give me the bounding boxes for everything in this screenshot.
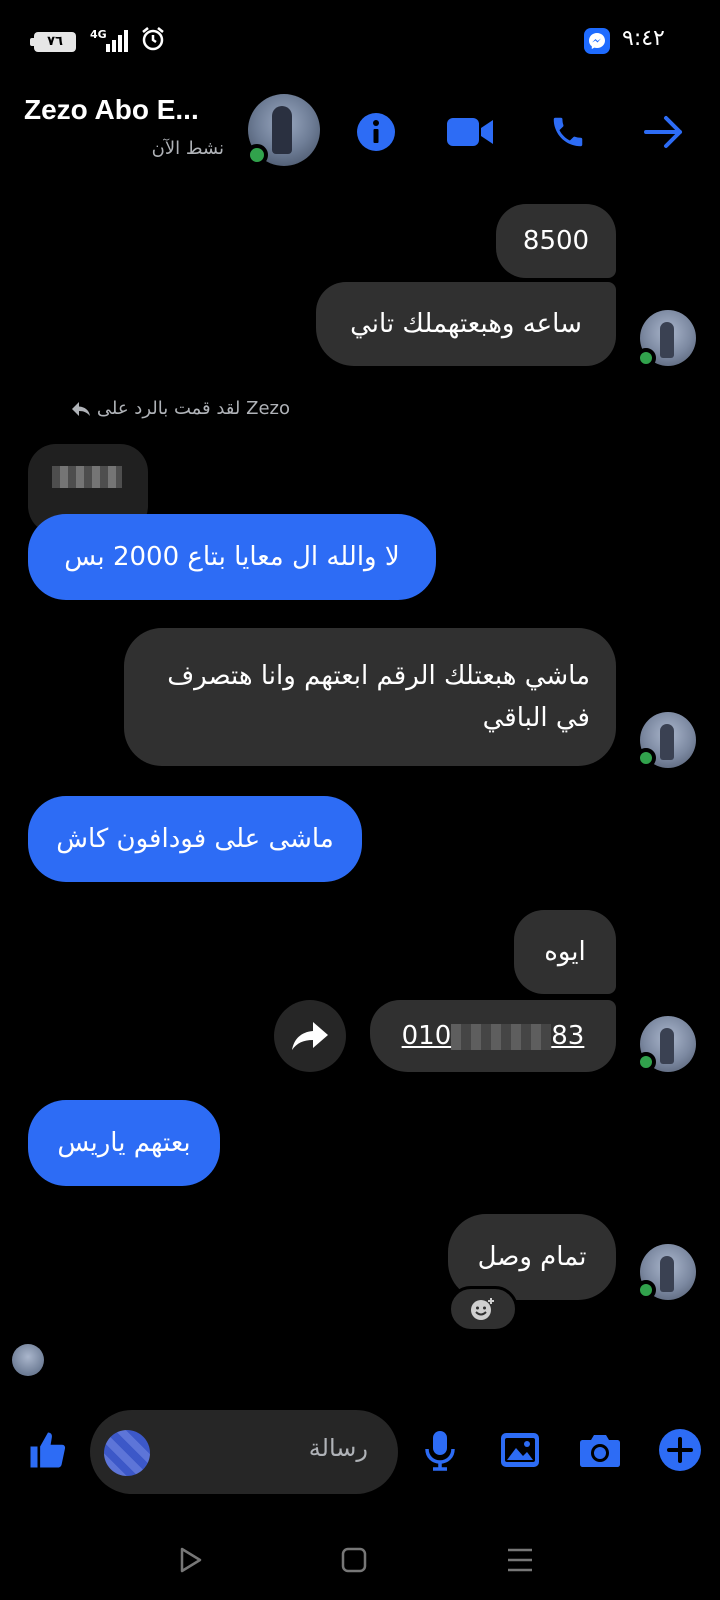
plus-icon[interactable] — [654, 1424, 706, 1476]
recents-nav-icon[interactable] — [500, 1540, 540, 1580]
online-indicator — [636, 1280, 656, 1300]
phone-prefix: 010 — [401, 1021, 452, 1051]
message-incoming[interactable]: ايوه — [514, 910, 616, 994]
phone-suffix: 83 — [551, 1021, 585, 1051]
message-input[interactable]: رسالة — [90, 1410, 398, 1494]
share-icon — [292, 1022, 328, 1050]
contact-name[interactable]: Zezo Abo E... — [24, 94, 224, 126]
online-indicator — [636, 1052, 656, 1072]
message-text: ايوه — [544, 937, 586, 967]
message-incoming[interactable]: 8500 — [496, 204, 616, 278]
add-reaction-icon — [471, 1298, 494, 1320]
reply-icon — [71, 401, 90, 416]
message-incoming[interactable]: ساعه وهبعتهملك تاني — [316, 282, 616, 366]
message-text: 8500 — [522, 226, 590, 256]
online-indicator — [636, 748, 656, 768]
signal-icon — [106, 30, 128, 52]
system-navigation-bar — [0, 1500, 720, 1600]
reply-note-text: لقد قمت بالرد على Zezo — [96, 398, 290, 419]
messenger-notification-icon — [584, 28, 610, 54]
message-incoming[interactable]: 010 83 — [370, 1000, 616, 1072]
blurred-digits — [451, 1023, 552, 1050]
gallery-icon[interactable] — [494, 1424, 546, 1476]
message-placeholder: رسالة — [308, 1434, 368, 1462]
message-text: ساعه وهبعتهملك تاني — [350, 309, 582, 339]
message-text: ماشى على فودافون كاش — [56, 824, 334, 854]
message-text-line2: في الباقي — [482, 703, 590, 733]
info-icon[interactable] — [348, 104, 404, 160]
alarm-icon — [142, 27, 164, 51]
microphone-icon[interactable] — [414, 1424, 466, 1476]
reply-note: لقد قمت بالرد على Zezo — [71, 398, 290, 419]
add-reaction-button[interactable] — [448, 1286, 518, 1332]
phone-call-icon[interactable] — [540, 104, 596, 160]
back-nav-icon[interactable] — [170, 1540, 210, 1580]
blurred-icon — [104, 1430, 150, 1476]
clock: ٩:٤٢ — [622, 26, 665, 51]
home-nav-icon[interactable] — [334, 1540, 374, 1580]
contact-status: نشط الآن — [151, 138, 224, 159]
video-call-icon[interactable] — [442, 104, 498, 160]
network-type: 4G — [90, 28, 107, 41]
message-text: تمام وصل — [477, 1242, 587, 1272]
online-indicator — [246, 144, 268, 166]
message-outgoing[interactable]: بعتهم ياريس — [28, 1100, 220, 1186]
status-bar: ٧٦ 4G ٩:٤٢ — [0, 0, 720, 80]
back-arrow-icon[interactable] — [636, 104, 692, 160]
message-composer: رسالة — [0, 1404, 720, 1504]
battery-indicator: ٧٦ — [30, 32, 76, 52]
message-outgoing[interactable]: لا والله ال معايا بتاع 2000 بس — [28, 514, 436, 600]
camera-icon[interactable] — [574, 1424, 626, 1476]
message-text: بعتهم ياريس — [57, 1128, 191, 1158]
message-text-line1: ماشي هبعتلك الرقم ابعتهم وانا هتصرف — [167, 661, 590, 691]
seen-indicator-avatar — [12, 1344, 44, 1376]
like-icon[interactable] — [22, 1424, 74, 1476]
message-incoming[interactable]: ماشي هبعتلك الرقم ابعتهم وانا هتصرف في ا… — [124, 628, 616, 766]
message-outgoing[interactable]: ماشى على فودافون كاش — [28, 796, 362, 882]
message-text: لا والله ال معايا بتاع 2000 بس — [64, 542, 400, 572]
phone-number-link[interactable]: 010 83 — [402, 1015, 585, 1057]
share-button[interactable] — [274, 1000, 346, 1072]
chat-header: Zezo Abo E... نشط الآن — [0, 80, 720, 190]
blurred-content — [52, 466, 122, 488]
online-indicator — [636, 348, 656, 368]
